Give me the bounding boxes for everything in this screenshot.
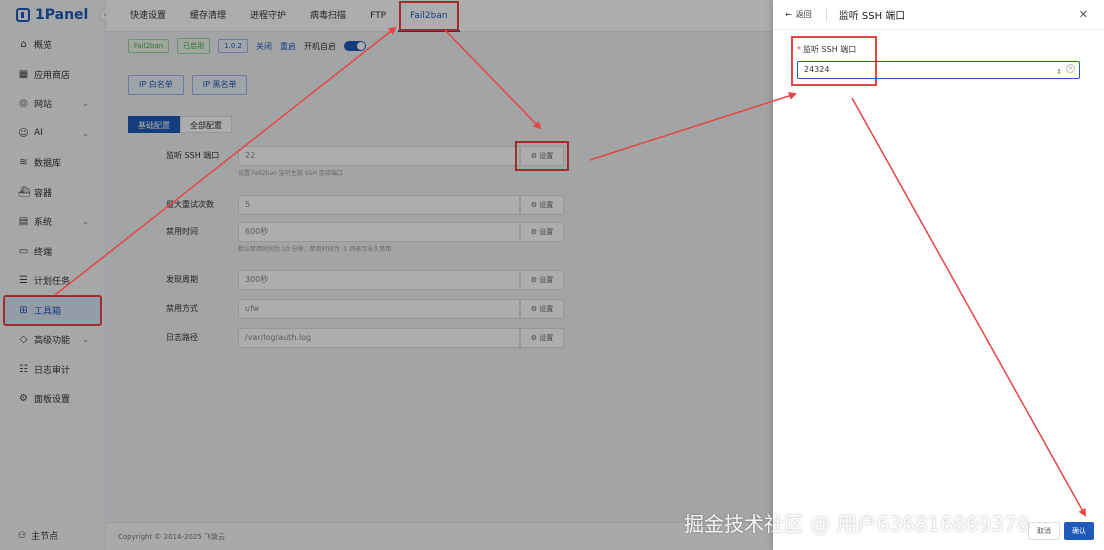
ssh-port-value: 24324 (804, 65, 830, 74)
spinner-icon[interactable]: ⇕ (1056, 64, 1062, 80)
field-label-text: 监听 SSH 端口 (803, 45, 857, 54)
clear-icon[interactable]: × (1066, 64, 1075, 73)
confirm-button[interactable]: 确认 (1064, 522, 1094, 540)
back-arrow-icon: ← (785, 10, 792, 19)
required-mark: * (797, 45, 801, 54)
drawer-title: 监听 SSH 端口 (825, 7, 905, 22)
back-button[interactable]: ← 返回 (785, 9, 812, 20)
drawer-header: ← 返回 监听 SSH 端口 ✕ (773, 0, 1104, 30)
ssh-port-input[interactable]: 24324 ⇕ × (797, 61, 1080, 79)
cancel-button[interactable]: 取消 (1028, 522, 1060, 540)
watermark-text: 掘金技术社区 @ 用户636816869378 (684, 512, 1030, 536)
close-icon[interactable]: ✕ (1079, 8, 1088, 21)
back-label: 返回 (795, 10, 812, 19)
ssh-port-field-label: * 监听 SSH 端口 (797, 44, 856, 55)
drawer-footer: 取消 确认 (1028, 522, 1094, 540)
modal-overlay[interactable] (0, 0, 773, 550)
ssh-port-drawer: ← 返回 监听 SSH 端口 ✕ * 监听 SSH 端口 24324 ⇕ × 取消 … (773, 0, 1104, 550)
